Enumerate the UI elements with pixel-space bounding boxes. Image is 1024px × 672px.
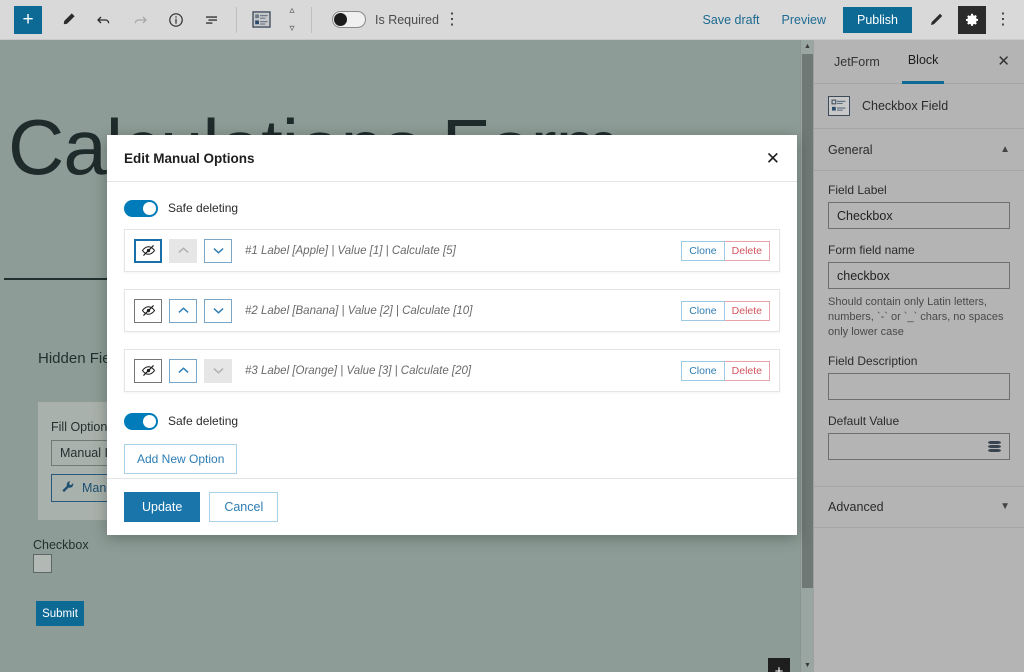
clone-button[interactable]: Clone: [681, 300, 725, 321]
field-description-input[interactable]: [828, 372, 1010, 400]
option-row: #3 Label [Orange] | Value [3] | Calculat…: [124, 349, 780, 392]
chevron-up-icon[interactable]: ▲: [1000, 144, 1010, 155]
delete-button[interactable]: Delete: [724, 300, 770, 321]
field-label-input[interactable]: Checkbox: [828, 202, 1010, 229]
toolbar-divider-2: [311, 6, 312, 33]
checkbox-input[interactable]: [33, 554, 52, 573]
eye-off-icon[interactable]: [134, 358, 162, 383]
modal-header: Edit Manual Options ✕: [107, 135, 797, 182]
option-row: #1 Label [Apple] | Value [1] | Calculate…: [124, 229, 780, 272]
hidden-field-block-label[interactable]: Hidden Fie: [38, 350, 111, 367]
add-new-option-button[interactable]: Add New Option: [124, 444, 238, 474]
add-block-button[interactable]: +: [14, 5, 42, 34]
editor-root: + ▵ ▿ Is Required ⋮ Save draft Preview P…: [0, 0, 1024, 672]
block-inserter-button[interactable]: +: [768, 658, 790, 672]
tab-jetform[interactable]: JetForm: [828, 40, 886, 84]
more-options-icon[interactable]: ⋮: [992, 11, 1014, 28]
info-icon[interactable]: [161, 5, 191, 35]
delete-button[interactable]: Delete: [724, 360, 770, 381]
chevron-down-icon[interactable]: ▼: [1000, 501, 1010, 512]
option-row-actions: Clone Delete: [681, 300, 770, 321]
is-required-label: Is Required: [375, 12, 439, 27]
sidebar-tabs: JetForm Block ✕: [814, 40, 1024, 84]
toolbar-right-group: Save draft Preview Publish ⋮: [692, 0, 1024, 40]
field-label-label: Field Label: [828, 183, 887, 197]
gear-icon[interactable]: [958, 5, 986, 34]
pencil-style-icon[interactable]: [922, 6, 950, 34]
wrench-icon: [61, 480, 75, 497]
checkbox-field-label: Checkbox: [33, 538, 89, 552]
toolbar-left-group: + ▵ ▿ Is Required ⋮: [0, 0, 467, 40]
database-icon[interactable]: [988, 440, 1001, 452]
default-value-label: Default Value: [828, 413, 900, 428]
canvas-scrollbar[interactable]: ▲ ▼: [800, 40, 813, 672]
modal-body: Safe deleting #1 Label [Apple] | Value […: [107, 182, 797, 512]
safe-deleting-label-bottom: Safe deleting: [168, 414, 239, 428]
safe-deleting-row-bottom: Safe deleting: [124, 409, 780, 433]
cancel-button[interactable]: Cancel: [209, 492, 279, 522]
field-description-label: Field Description: [828, 353, 918, 368]
move-down-icon[interactable]: ▿: [289, 24, 294, 34]
list-view-icon[interactable]: [197, 5, 227, 35]
section-general-label: General: [828, 142, 873, 157]
safe-deleting-toggle-bottom[interactable]: [124, 412, 158, 430]
form-field-name-label: Form field name: [828, 243, 915, 257]
option-row-actions: Clone Delete: [681, 240, 770, 261]
safe-deleting-toggle-top[interactable]: [124, 199, 158, 217]
save-draft-button[interactable]: Save draft: [703, 13, 760, 27]
clone-button[interactable]: Clone: [681, 240, 725, 261]
submit-button[interactable]: Submit: [36, 601, 84, 626]
undo-icon[interactable]: [89, 5, 119, 35]
block-header: Checkbox Field: [814, 84, 1024, 129]
three-dots-icon[interactable]: ⋮: [441, 11, 463, 28]
section-advanced-header[interactable]: Advanced ▼: [814, 485, 1024, 528]
tab-block[interactable]: Block: [901, 40, 945, 84]
pencil-icon[interactable]: [53, 5, 83, 35]
update-button[interactable]: Update: [124, 492, 201, 522]
move-down-button: [204, 358, 232, 383]
block-settings-sidebar: JetForm Block ✕ Checkbox Field General ▲…: [813, 40, 1024, 672]
clone-button[interactable]: Clone: [681, 360, 725, 381]
move-down-button[interactable]: [204, 238, 232, 263]
modal-title: Edit Manual Options: [124, 150, 255, 166]
checkbox-field-icon: [828, 96, 850, 116]
move-down-button[interactable]: [204, 298, 232, 323]
option-summary: #2 Label [Banana] | Value [2] | Calculat…: [245, 304, 473, 317]
form-field-name-help: Should contain only Latin letters, numbe…: [828, 296, 1004, 338]
move-up-button[interactable]: [169, 358, 197, 383]
option-summary: #3 Label [Orange] | Value [3] | Calculat…: [245, 364, 472, 377]
close-icon[interactable]: ✕: [997, 54, 1010, 69]
move-up-button: [169, 238, 197, 263]
is-required-toggle[interactable]: [332, 11, 366, 28]
form-field-name-input[interactable]: checkbox: [828, 262, 1010, 289]
default-value-input[interactable]: [828, 432, 1010, 460]
section-advanced-label: Advanced: [828, 499, 884, 514]
preview-button[interactable]: Preview: [782, 13, 826, 27]
close-icon[interactable]: ✕: [766, 150, 780, 167]
edit-manual-options-modal: Edit Manual Options ✕ Safe deleting #1 L…: [107, 135, 797, 535]
block-name-label: Checkbox Field: [862, 99, 949, 113]
move-block-updown-buttons[interactable]: ▵ ▿: [279, 3, 305, 37]
safe-deleting-label-top: Safe deleting: [168, 201, 239, 215]
option-summary: #1 Label [Apple] | Value [1] | Calculate…: [245, 244, 456, 257]
delete-button[interactable]: Delete: [724, 240, 770, 261]
is-required-toggle-group[interactable]: Is Required: [332, 11, 439, 28]
eye-off-icon[interactable]: [134, 238, 162, 263]
modal-footer: Update Cancel: [107, 478, 797, 535]
toolbar-divider: [236, 6, 237, 33]
scrollbar-thumb[interactable]: [802, 54, 813, 588]
redo-icon: [125, 5, 155, 35]
top-toolbar: + ▵ ▿ Is Required ⋮ Save draft Preview P…: [0, 0, 1024, 40]
option-row-actions: Clone Delete: [681, 360, 770, 381]
section-general-header[interactable]: General ▲: [814, 129, 1024, 171]
move-up-icon[interactable]: ▵: [289, 6, 294, 16]
section-general-body: Field Label Checkbox Form field name che…: [814, 171, 1024, 486]
safe-deleting-row-top: Safe deleting: [124, 196, 780, 220]
block-type-icon[interactable]: [246, 5, 276, 35]
move-up-button[interactable]: [169, 298, 197, 323]
eye-off-icon[interactable]: [134, 298, 162, 323]
option-row: #2 Label [Banana] | Value [2] | Calculat…: [124, 289, 780, 332]
publish-button[interactable]: Publish: [843, 6, 912, 33]
